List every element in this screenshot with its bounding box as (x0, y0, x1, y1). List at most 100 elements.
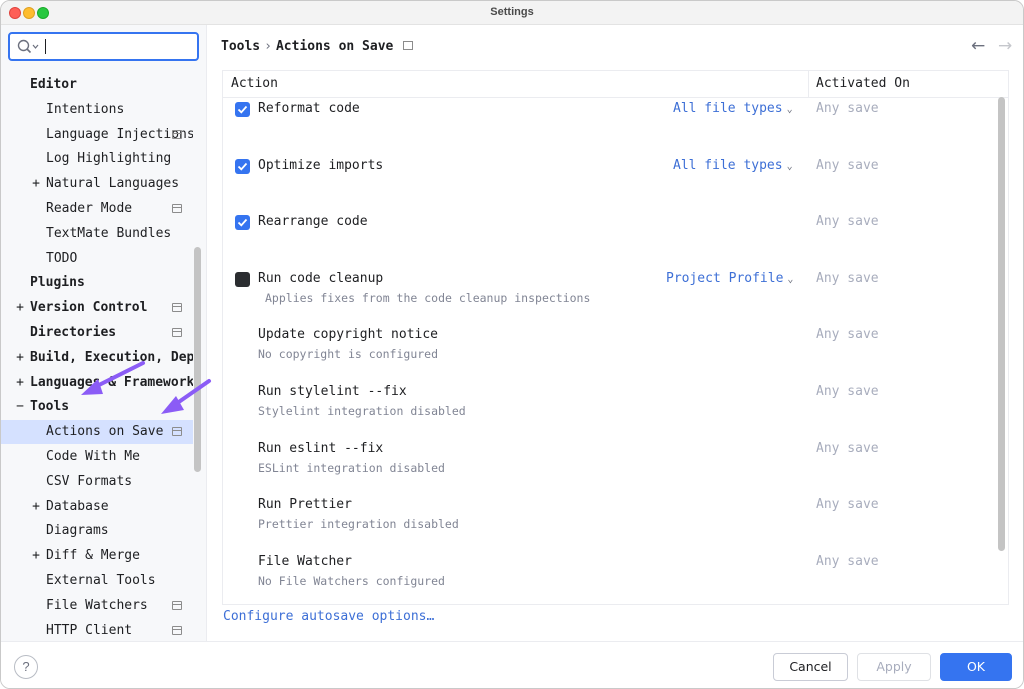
sidebar-item-directories[interactable]: Directories (1, 321, 193, 345)
sidebar-item-label: Diff & Merge (46, 548, 140, 564)
sidebar-item-log-highlighting[interactable]: Log Highlighting (1, 147, 193, 171)
search-icon[interactable] (17, 39, 39, 55)
ok-button[interactable]: OK (940, 653, 1012, 681)
search-input[interactable] (8, 32, 199, 61)
checkbox-checked[interactable] (235, 102, 250, 117)
action-label[interactable]: Optimize imports (258, 158, 383, 173)
action-label[interactable]: Run code cleanup (258, 271, 383, 286)
sidebar-item-intentions[interactable]: Intentions (1, 98, 193, 122)
window-title: Settings (490, 6, 534, 18)
table-row: Update copyright notice No copyright is c… (223, 294, 993, 361)
collapse-icon[interactable]: − (14, 395, 26, 419)
apply-button[interactable]: Apply (857, 653, 931, 681)
project-scope-icon (172, 204, 182, 213)
table-row: Run Prettier Prettier integration disable… (223, 464, 993, 531)
sidebar-item-label: Version Control (30, 300, 148, 316)
table-row: Run eslint --fix ESLint integration disab… (223, 408, 993, 475)
activated-on-value[interactable]: Any save (816, 384, 879, 399)
sidebar-item-label: Actions on Save (46, 424, 164, 440)
checkbox-unchecked[interactable] (235, 271, 250, 287)
sidebar-item-textmate-bundles[interactable]: TextMate Bundles (1, 222, 193, 246)
expand-icon[interactable]: + (30, 495, 42, 519)
activated-on-value[interactable]: Any save (816, 158, 879, 173)
expand-icon[interactable]: + (14, 371, 26, 395)
cancel-button[interactable]: Cancel (773, 653, 848, 681)
actions-table: Action Activated On Reformat code All fil… (222, 70, 1009, 605)
sidebar-item-natural-languages[interactable]: + Natural Languages (1, 172, 193, 196)
table-row: Run code cleanup Applies fixes from the c… (223, 238, 993, 305)
expand-icon[interactable]: + (14, 296, 26, 320)
sidebar-item-http-client[interactable]: HTTP Client (1, 619, 193, 641)
sidebar-item-label: External Tools (46, 573, 156, 588)
project-scope-icon (172, 427, 182, 437)
checkbox-checked[interactable] (235, 158, 250, 174)
sidebar-item-csv-formats[interactable]: CSV Formats (1, 470, 193, 494)
sidebar-item-file-watchers[interactable]: File Watchers (1, 594, 193, 618)
action-label: File Watcher (258, 553, 352, 569)
sidebar-item-build-execution-deployment[interactable]: +Build, Execution, Deployment (1, 346, 193, 370)
configure-autosave-link[interactable]: Configure autosave options… (223, 609, 434, 624)
breadcrumb-current: Actions on Save (275, 39, 394, 54)
sidebar-item-label: Tools (30, 399, 70, 415)
scope-dropdown[interactable]: Project Profile ⌄ (666, 271, 793, 286)
sidebar-item-database[interactable]: + Database (1, 495, 193, 519)
project-scope-icon (403, 41, 414, 50)
breadcrumb-parent[interactable]: Tools (221, 39, 260, 54)
project-scope-icon (172, 625, 182, 635)
sidebar-scrollbar[interactable] (194, 247, 201, 472)
activated-on-value[interactable]: Any save (816, 327, 879, 342)
activated-on-value[interactable]: Any save (816, 101, 879, 116)
project-scope-icon (172, 600, 182, 610)
sidebar-item-label: Diagrams (46, 523, 109, 539)
table-row: Optimize imports All file types ⌄ Any save (223, 125, 993, 181)
arrow-left-icon[interactable]: ← (971, 36, 985, 56)
activated-on-value[interactable]: Any save (816, 554, 879, 569)
sidebar-item-code-with-me[interactable]: Code With Me (1, 445, 193, 469)
sidebar-item-editor[interactable]: Editor (1, 73, 193, 97)
sidebar-item-language-injections[interactable]: Language Injections (1, 123, 193, 147)
action-label: Run stylelint --fix (258, 384, 407, 399)
checkbox-checked[interactable] (235, 215, 250, 231)
sidebar-item-tools[interactable]: − Tools (1, 395, 193, 419)
project-scope-icon (172, 328, 182, 337)
sidebar-item-reader-mode[interactable]: Reader Mode (1, 197, 193, 221)
sidebar-item-label: Directories (30, 325, 117, 340)
activated-on-value[interactable]: Any save (816, 214, 879, 229)
action-label[interactable]: Rearrange code (258, 214, 368, 229)
checkmark-icon (237, 162, 248, 171)
scope-dropdown[interactable]: All file types ⌄ (673, 101, 793, 116)
sidebar-item-languages-frameworks[interactable]: + Languages & Frameworks (1, 371, 193, 395)
checkmark-icon (237, 219, 248, 227)
sidebar-item-actions-on-save[interactable]: Actions on Save (1, 420, 193, 445)
scope-dropdown-value: All file types (673, 101, 783, 116)
expand-icon[interactable]: + (14, 346, 26, 370)
chevron-down-icon: ⌄ (786, 104, 793, 115)
sidebar-item-label: Log Highlighting (46, 151, 172, 167)
sidebar-item-version-control[interactable]: + Version Control (1, 296, 193, 320)
sidebar-item-diff-merge[interactable]: + Diff & Merge (1, 544, 193, 568)
help-button[interactable]: ? (14, 655, 38, 679)
sidebar-item-label: HTTP Client (46, 622, 133, 638)
action-label[interactable]: Reformat code (258, 101, 360, 116)
breadcrumb: Tools › Actions on Save (221, 39, 414, 54)
sidebar-item-label: TextMate Bundles (46, 225, 172, 241)
sidebar-item-label: CSV Formats (46, 473, 133, 489)
table-row: File Watcher No File Watchers configured A… (223, 521, 993, 588)
action-description: No File Watchers configured (258, 573, 445, 588)
sidebar-item-label: Languages & Frameworks (30, 374, 193, 390)
sidebar-item-diagrams[interactable]: Diagrams (1, 519, 193, 543)
activated-on-value[interactable]: Any save (816, 497, 879, 512)
activated-on-value[interactable]: Any save (816, 271, 879, 286)
sidebar-item-plugins[interactable]: Plugins (1, 271, 193, 295)
activated-on-value[interactable]: Any save (816, 441, 879, 456)
arrow-right-icon: → (998, 36, 1013, 56)
sidebar-item-external-tools[interactable]: External Tools (1, 569, 193, 593)
sidebar-item-todo[interactable]: TODO (1, 247, 193, 271)
expand-icon[interactable]: + (30, 172, 42, 196)
sidebar-item-label: Build, Execution, Deployment (30, 349, 193, 365)
scope-dropdown[interactable]: All file types ⌄ (673, 158, 793, 173)
expand-icon[interactable]: + (30, 544, 42, 568)
table-scrollbar[interactable] (998, 97, 1005, 551)
sidebar-item-label: Code With Me (46, 449, 140, 464)
sidebar-item-label: Database (46, 498, 109, 514)
